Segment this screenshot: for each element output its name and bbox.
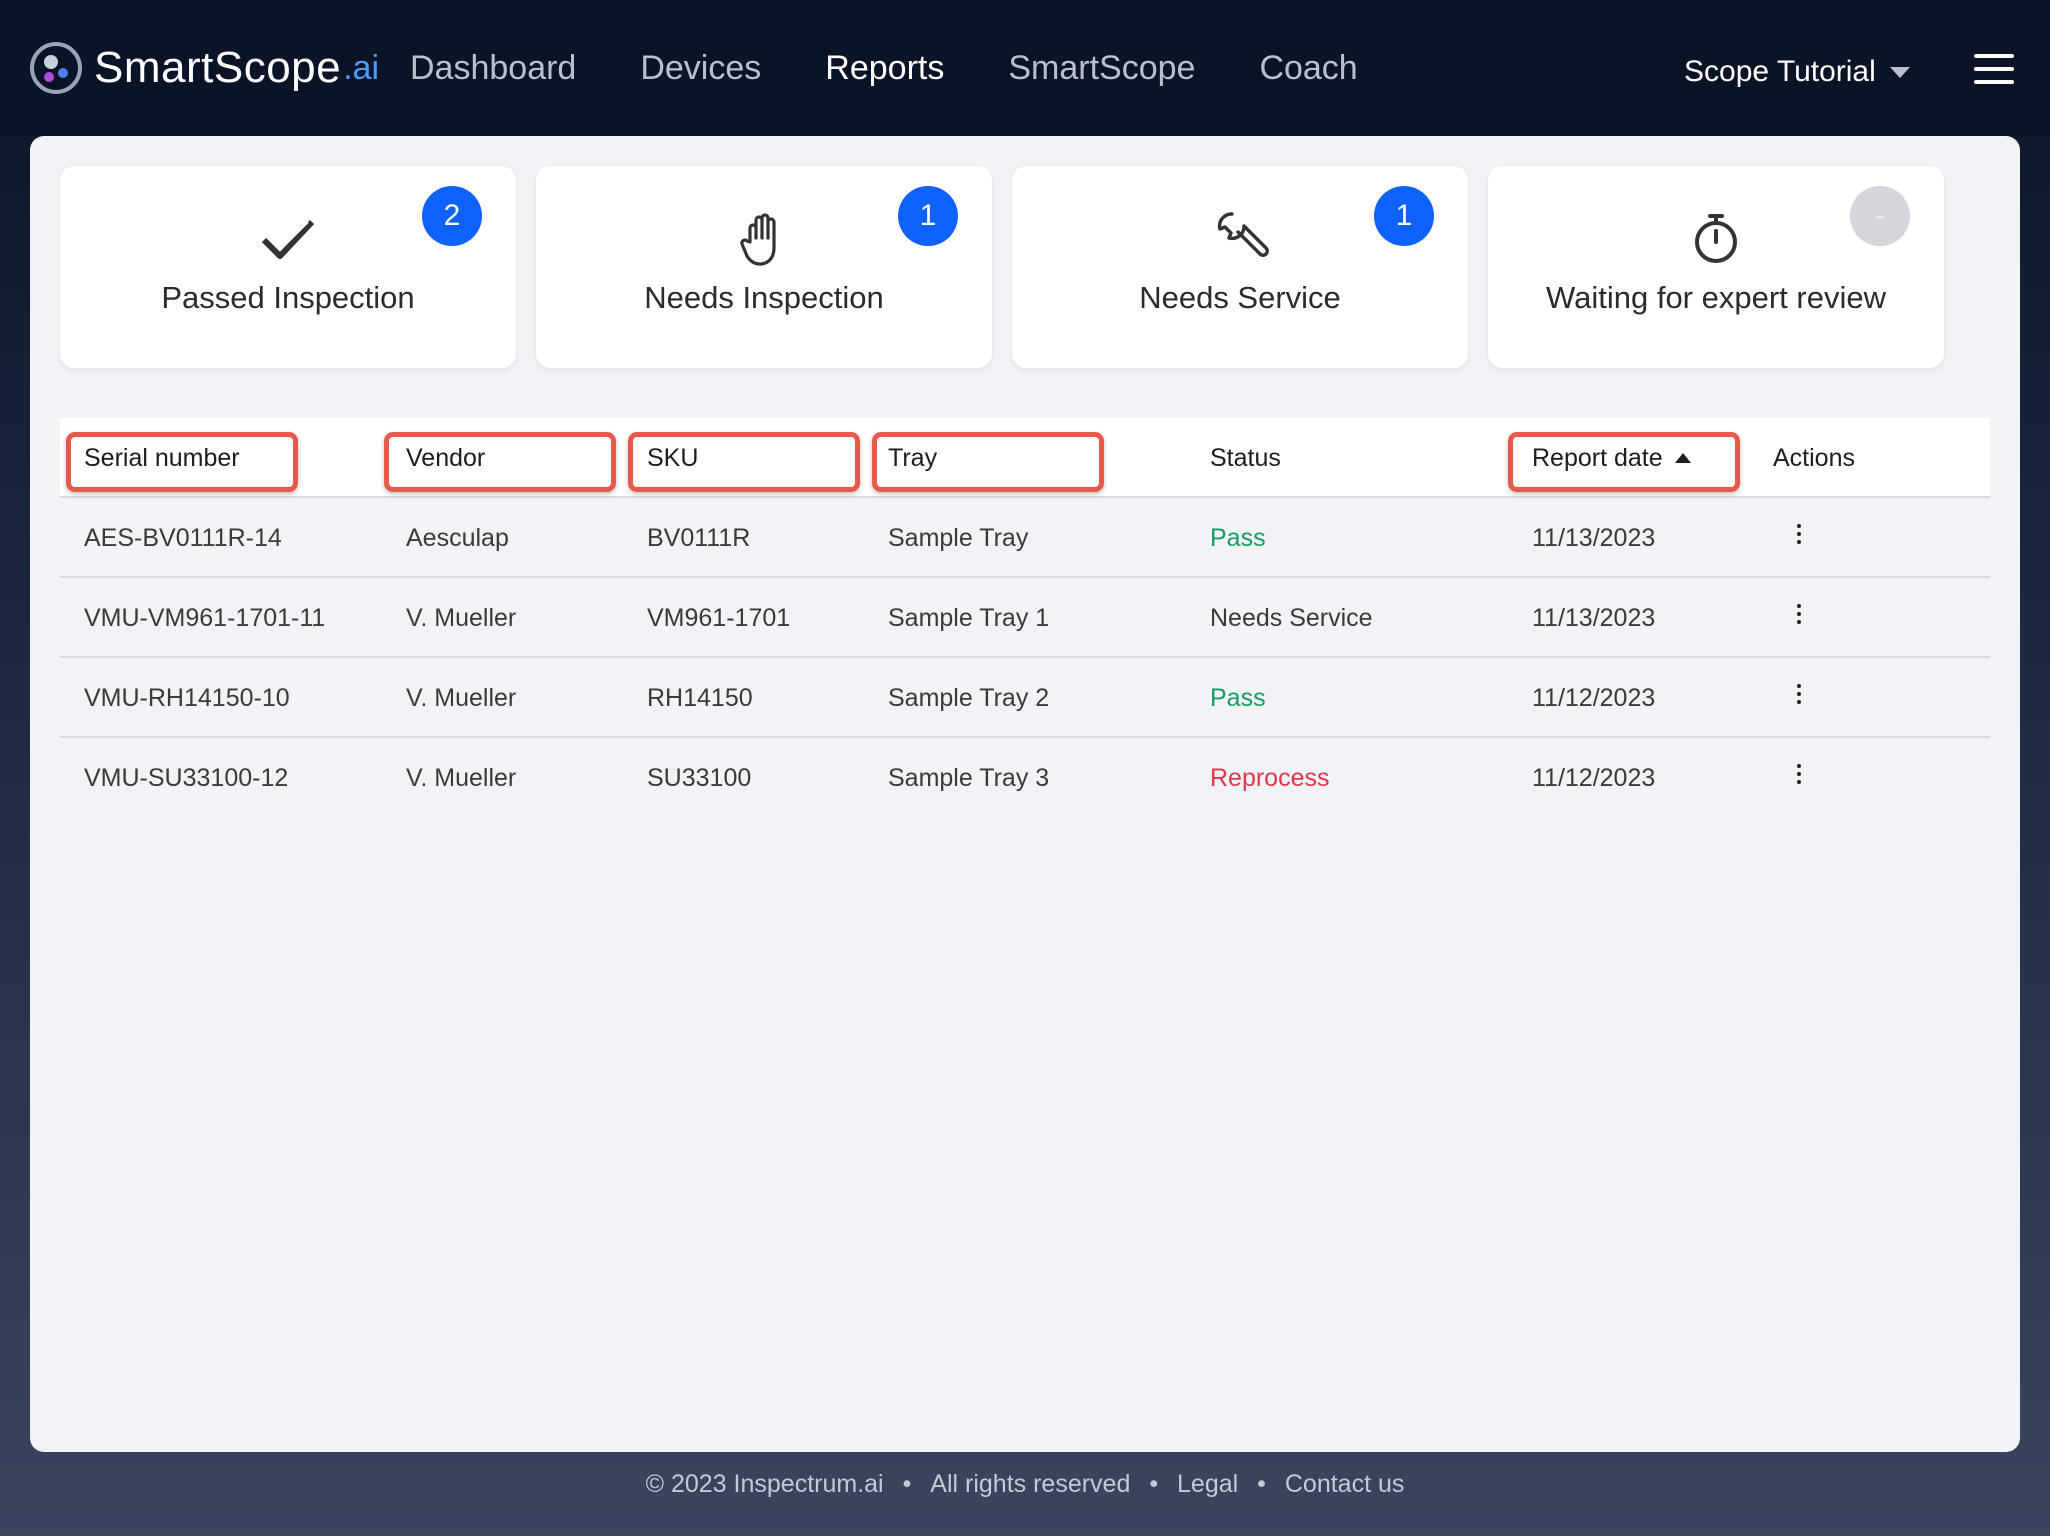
table-row[interactable]: AES-BV0111R-14 Aesculap BV0111R Sample T… [60,498,1990,578]
cell-report-date: 11/12/2023 [1532,684,1656,712]
table-row[interactable]: VMU-SU33100-12 V. Mueller SU33100 Sample… [60,738,1990,818]
card-passed-inspection[interactable]: Passed Inspection 2 [60,166,516,368]
nav-smartscope[interactable]: SmartScope [1008,40,1195,96]
card-label: Needs Inspection [644,280,884,315]
cell-tray: Sample Tray 1 [888,604,1050,632]
main-nav: Dashboard Devices Reports SmartScope Coa… [410,40,1422,96]
header-tray[interactable]: Tray [888,418,937,498]
logo-text: SmartScope [94,43,342,92]
cell-sku: RH14150 [647,684,753,712]
cell-serial: VMU-VM961-1701-11 [84,604,326,632]
footer: © 2023 Inspectrum.ai • All rights reserv… [0,1470,2050,1499]
sort-ascending-icon [1674,453,1691,463]
main-panel: Passed Inspection 2 Needs Inspection 1 N… [30,136,2020,1452]
nav-coach[interactable]: Coach [1259,40,1357,96]
cell-tray: Sample Tray 3 [888,764,1050,792]
card-label: Waiting for expert review [1546,280,1886,315]
cell-vendor: Aesculap [406,524,509,552]
cell-vendor: V. Mueller [406,604,517,632]
table-row[interactable]: VMU-RH14150-10 V. Mueller RH14150 Sample… [60,658,1990,738]
reports-table: Serial number Vendor SKU Tray Status Rep… [60,418,1990,818]
footer-separator: • [1149,1470,1159,1498]
nav-devices[interactable]: Devices [640,40,761,96]
user-menu-label: Scope Tutorial [1684,55,1876,88]
hamburger-menu-icon[interactable] [1974,54,2014,84]
cell-tray: Sample Tray [888,524,1029,552]
row-actions-kebab-icon[interactable] [1794,682,1804,706]
cell-vendor: V. Mueller [406,684,517,712]
cell-report-date: 11/13/2023 [1532,604,1656,632]
row-actions-kebab-icon[interactable] [1794,522,1804,546]
logo-mark-icon [30,42,82,94]
header-sku[interactable]: SKU [647,418,698,498]
header-status[interactable]: Status [1210,418,1281,498]
cell-status: Pass [1210,524,1266,552]
cell-serial: VMU-SU33100-12 [84,764,289,792]
cell-sku: VM961-1701 [647,604,791,632]
stopwatch-icon [1695,214,1737,263]
footer-legal-link[interactable]: Legal [1177,1470,1238,1498]
cell-status: Reprocess [1210,764,1330,792]
top-navigation-bar: SmartScope .ai Dashboard Devices Reports… [0,0,2050,136]
card-waiting-expert-review[interactable]: Waiting for expert review - [1488,166,1944,368]
table-row[interactable]: VMU-VM961-1701-11 V. Mueller VM961-1701 … [60,578,1990,658]
cell-serial: VMU-RH14150-10 [84,684,290,712]
header-actions: Actions [1773,444,1855,472]
table-header-row: Serial number Vendor SKU Tray Status Rep… [60,418,1990,498]
count-badge: 1 [1374,186,1434,246]
logo-suffix: .ai [343,48,380,87]
header-report-date-label: Report date [1532,444,1663,472]
footer-contact-link[interactable]: Contact us [1285,1470,1405,1498]
header-report-date[interactable]: Report date [1532,418,1691,498]
hand-icon [740,213,776,266]
count-badge: 2 [422,186,482,246]
chevron-down-icon [1889,66,1910,78]
wrench-icon [1217,212,1269,257]
cell-report-date: 11/12/2023 [1532,764,1656,792]
card-label: Needs Service [1139,280,1341,315]
card-needs-inspection[interactable]: Needs Inspection 1 [536,166,992,368]
user-menu-dropdown[interactable]: Scope Tutorial [1684,44,1910,100]
card-needs-service[interactable]: Needs Service 1 [1012,166,1468,368]
check-icon [261,219,315,259]
cell-status: Pass [1210,684,1266,712]
cell-report-date: 11/13/2023 [1532,524,1656,552]
cell-status: Needs Service [1210,604,1373,632]
nav-dashboard[interactable]: Dashboard [410,40,576,96]
footer-rights: All rights reserved [930,1470,1131,1498]
cell-serial: AES-BV0111R-14 [84,524,282,552]
row-actions-kebab-icon[interactable] [1794,762,1804,786]
footer-separator: • [1257,1470,1266,1498]
count-badge: 1 [898,186,958,246]
nav-reports[interactable]: Reports [825,40,944,96]
smartscope-logo[interactable]: SmartScope .ai [30,40,379,96]
footer-copyright: © 2023 Inspectrum.ai [645,1470,884,1498]
header-vendor[interactable]: Vendor [406,418,485,498]
cell-tray: Sample Tray 2 [888,684,1050,712]
header-serial-number[interactable]: Serial number [84,418,240,498]
card-label: Passed Inspection [161,280,415,315]
cell-sku: SU33100 [647,764,752,792]
cell-sku: BV0111R [647,524,751,552]
cell-vendor: V. Mueller [406,764,517,792]
footer-separator: • [902,1470,912,1498]
count-badge: - [1850,186,1910,246]
row-actions-kebab-icon[interactable] [1794,602,1804,626]
